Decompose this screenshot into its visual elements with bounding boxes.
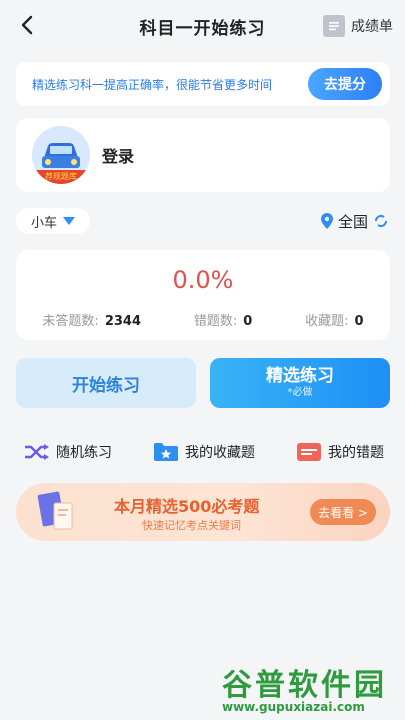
caret-down-icon bbox=[63, 217, 75, 225]
watermark-url: www.gupuxiazai.com bbox=[222, 700, 365, 714]
avatar: 荐规题库 bbox=[32, 126, 90, 184]
selected-practice-sub: *必做 bbox=[287, 387, 313, 398]
ad-title: 本月精选500必考题 bbox=[114, 497, 260, 516]
random-practice-label: 随机练习 bbox=[56, 445, 112, 461]
chevron-left-icon bbox=[21, 15, 33, 35]
random-practice-link[interactable]: 随机练习 bbox=[24, 442, 112, 462]
start-practice-button[interactable]: 开始练习 bbox=[16, 358, 196, 408]
report-card-label: 成绩单 bbox=[351, 19, 393, 35]
vehicle-type-label: 小车 bbox=[30, 215, 57, 231]
report-icon bbox=[323, 15, 345, 37]
promo-banner: 精选练习科一提高正确率，很能节省更多时间 去提分 bbox=[16, 62, 390, 106]
stats-card: 0.0% 未答题数: 2344 错题数: 0 收藏题: 0 bbox=[16, 250, 390, 340]
my-favorites-label: 我的收藏题 bbox=[185, 445, 255, 461]
watermark-main: 谷普软件园 bbox=[222, 668, 387, 703]
ad-banner[interactable]: 本月精选500必考题 快速记忆考点关键词 去看看 > bbox=[16, 483, 390, 541]
login-label: 登录 bbox=[102, 147, 135, 166]
shuffle-icon bbox=[25, 444, 49, 460]
login-card[interactable]: 荐规题库 登录 bbox=[16, 118, 390, 192]
back-button[interactable] bbox=[14, 12, 40, 38]
ad-view-button[interactable]: 去看看 > bbox=[310, 499, 376, 525]
region-select[interactable]: 全国 bbox=[320, 208, 389, 234]
stat-wrong: 错题数: 0 bbox=[194, 310, 252, 329]
stat-wrong-label: 错题数: bbox=[193, 314, 238, 329]
location-pin-icon bbox=[320, 213, 333, 229]
page-title: 科目一开始练习 bbox=[139, 18, 266, 39]
quick-links: 随机练习 我的收藏题 我的错题 bbox=[24, 438, 384, 466]
region-label: 全国 bbox=[337, 212, 368, 231]
watermark: 谷普软件园 www.gupuxiazai.com bbox=[218, 656, 405, 720]
ad-subtitle: 快速记忆考点关键词 bbox=[142, 519, 241, 532]
stats-row: 未答题数: 2344 错题数: 0 收藏题: 0 bbox=[16, 310, 390, 329]
wrong-list-icon bbox=[297, 443, 321, 461]
stat-wrong-value: 0 bbox=[243, 314, 253, 329]
my-wrong-questions-label: 我的错题 bbox=[328, 445, 384, 461]
vehicle-type-select[interactable]: 小车 bbox=[16, 208, 90, 234]
avatar-tag: 荐规题库 bbox=[32, 170, 90, 184]
stat-favorite-label: 收藏题: bbox=[305, 314, 349, 329]
stat-unanswered-value: 2344 bbox=[104, 314, 141, 329]
accuracy-rate: 0.0% bbox=[172, 266, 234, 294]
boost-score-button[interactable]: 去提分 bbox=[308, 68, 382, 100]
stat-favorite: 收藏题: 0 bbox=[305, 310, 363, 329]
promo-text: 精选练习科一提高正确率，很能节省更多时间 bbox=[32, 77, 273, 92]
folder-star-icon bbox=[154, 443, 178, 461]
stat-favorite-value: 0 bbox=[354, 314, 364, 329]
switch-icon bbox=[375, 215, 387, 227]
stat-unanswered: 未答题数: 2344 bbox=[42, 310, 141, 329]
my-favorites-link[interactable]: 我的收藏题 bbox=[153, 442, 255, 462]
selected-practice-button[interactable]: 精选练习 *必做 bbox=[210, 358, 390, 408]
my-wrong-questions-link[interactable]: 我的错题 bbox=[296, 442, 384, 462]
selected-practice-label: 精选练习 bbox=[266, 366, 334, 386]
top-bar: 科目一开始练习 成绩单 bbox=[0, 0, 405, 52]
stat-unanswered-label: 未答题数: bbox=[42, 314, 99, 329]
book-icon bbox=[37, 491, 73, 530]
report-card-button[interactable]: 成绩单 bbox=[323, 14, 393, 38]
